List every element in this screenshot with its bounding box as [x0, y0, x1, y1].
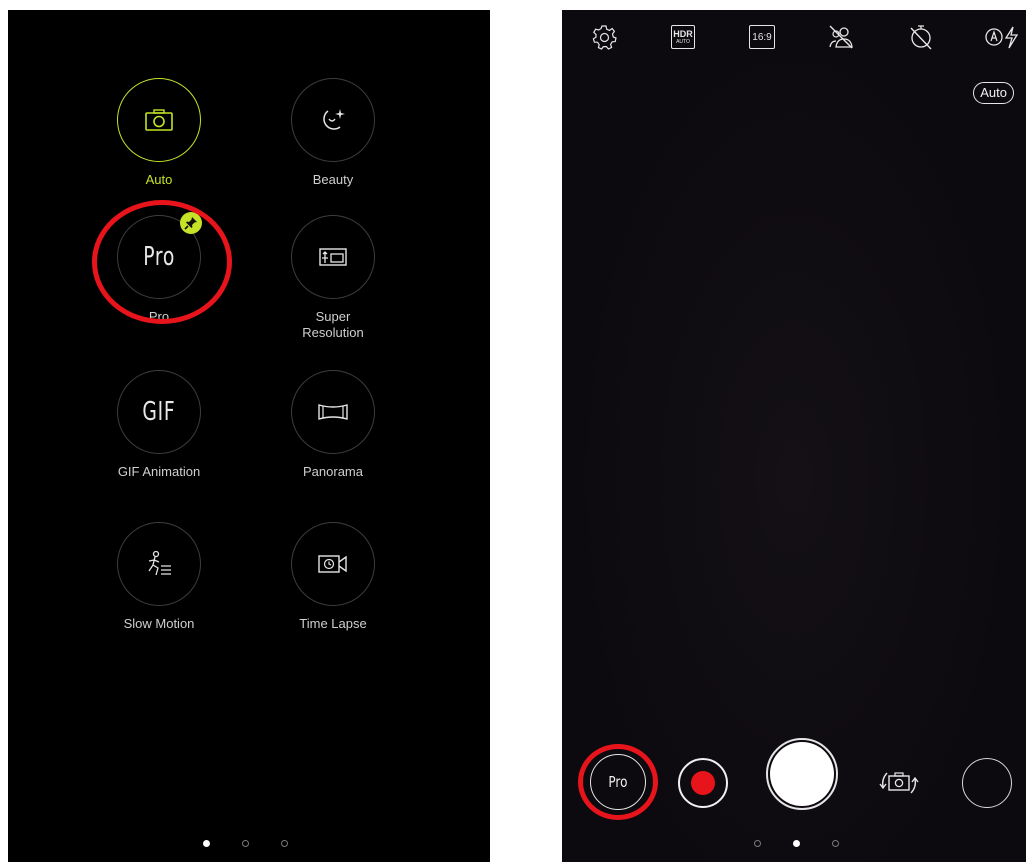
- mode-selector-panel: Auto Beauty Pro Pro Super Resolution GIF…: [8, 10, 490, 862]
- mode-label: Super Resolution: [302, 309, 364, 340]
- flash-auto-icon: [985, 26, 1019, 49]
- page-indicator: [203, 840, 288, 847]
- mode-label: Beauty: [312, 172, 354, 187]
- mode-time-lapse-button[interactable]: [291, 522, 375, 606]
- mode-panorama[interactable]: Panorama: [258, 370, 408, 480]
- mode-beauty-button[interactable]: [291, 78, 375, 162]
- camera-top-bar: HDR AUTO 16:9: [562, 22, 1026, 52]
- flash-button[interactable]: [982, 22, 1022, 52]
- mode-label: Auto: [145, 172, 173, 187]
- aspect-ratio-button[interactable]: 16:9: [747, 22, 777, 52]
- page-dot[interactable]: [832, 840, 839, 847]
- mode-beauty[interactable]: Beauty: [258, 78, 408, 188]
- mode-slow-motion[interactable]: Slow Motion: [84, 522, 234, 632]
- timer-button[interactable]: [906, 22, 936, 52]
- switch-camera-icon: [879, 772, 919, 794]
- shutter-icon: [770, 742, 834, 806]
- super-resolution-icon: [319, 248, 347, 266]
- scene-auto-chip[interactable]: Auto: [973, 82, 1014, 104]
- settings-icon: [592, 25, 617, 50]
- camera-icon: [145, 109, 173, 131]
- mode-auto[interactable]: Auto: [84, 78, 234, 188]
- pro-icon-text: Pro: [143, 242, 175, 272]
- hdr-auto-icon: HDR AUTO: [671, 25, 695, 49]
- pin-icon: [180, 212, 202, 234]
- mode-pro-button[interactable]: Pro: [117, 212, 202, 299]
- camera-viewfinder-panel: HDR AUTO 16:9 Auto Pro: [562, 10, 1026, 862]
- mode-label: GIF Animation: [117, 464, 201, 479]
- page-indicator: [754, 840, 839, 847]
- page-dot[interactable]: [242, 840, 249, 847]
- page-dot[interactable]: [281, 840, 288, 847]
- timer-off-icon: [910, 25, 932, 50]
- hdr-button[interactable]: HDR AUTO: [668, 22, 698, 52]
- page-dot[interactable]: [793, 840, 800, 847]
- panorama-icon: [318, 404, 348, 420]
- face-off-icon: [829, 25, 853, 49]
- record-icon: [691, 771, 715, 795]
- settings-button[interactable]: [589, 22, 619, 52]
- record-button[interactable]: [678, 758, 728, 808]
- beauty-sparkle-icon: [323, 109, 345, 130]
- slow-motion-icon: [148, 550, 171, 576]
- mode-label: Slow Motion: [123, 616, 195, 631]
- mode-super-resolution-button[interactable]: [291, 215, 375, 299]
- switch-camera-button[interactable]: [874, 758, 924, 808]
- hdr-label: HDR: [673, 28, 693, 39]
- page-dot[interactable]: [203, 840, 210, 847]
- pro-mode-button[interactable]: Pro: [590, 754, 646, 810]
- mode-label: Panorama: [303, 464, 363, 479]
- page-dot[interactable]: [754, 840, 761, 847]
- aspect-ratio-icon: 16:9: [749, 25, 775, 49]
- mode-label: Pro: [148, 309, 170, 324]
- mode-pro[interactable]: Pro Pro: [84, 212, 234, 325]
- gallery-thumbnail-button[interactable]: [962, 758, 1012, 808]
- face-detection-button[interactable]: [826, 22, 856, 52]
- mode-auto-button[interactable]: [117, 78, 201, 162]
- hdr-auto-label: AUTO: [676, 38, 690, 45]
- time-lapse-icon: [318, 555, 347, 573]
- mode-super-resolution[interactable]: Super Resolution: [258, 215, 408, 341]
- mode-time-lapse[interactable]: Time Lapse: [258, 522, 408, 632]
- pro-mode-label: Pro: [608, 773, 628, 791]
- mode-slow-motion-button[interactable]: [117, 522, 201, 606]
- shutter-button[interactable]: [766, 738, 838, 810]
- aspect-ratio-label: 16:9: [752, 31, 772, 43]
- mode-label: Time Lapse: [299, 616, 367, 631]
- mode-gif[interactable]: GIF GIF Animation: [84, 370, 234, 480]
- mode-panorama-button[interactable]: [291, 370, 375, 454]
- gif-icon-text: GIF: [142, 397, 176, 427]
- mode-gif-button[interactable]: GIF: [117, 370, 201, 454]
